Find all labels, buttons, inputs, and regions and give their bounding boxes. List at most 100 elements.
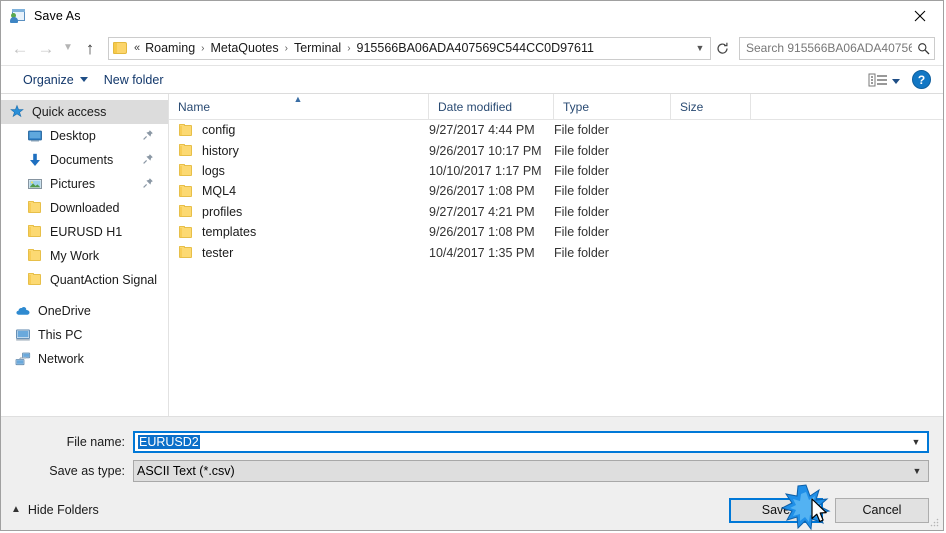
documents-download-icon bbox=[27, 152, 43, 168]
close-button[interactable] bbox=[897, 1, 943, 31]
file-date: 9/26/2017 1:08 PM bbox=[429, 184, 535, 199]
breadcrumb-separator[interactable]: › bbox=[344, 43, 353, 54]
navigation-pane: Quick access Desktop Documents Pictures … bbox=[1, 94, 169, 416]
sidebar-item-label: EURUSD H1 bbox=[50, 225, 123, 239]
caret-down-icon bbox=[892, 78, 900, 84]
sidebar-item-onedrive[interactable]: OneDrive bbox=[1, 299, 168, 323]
breadcrumb-overflow-icon[interactable]: « bbox=[134, 42, 142, 54]
column-header-date-modified[interactable]: Date modified bbox=[429, 94, 554, 119]
search-icon bbox=[917, 42, 929, 54]
sidebar-item-eurusd-h1[interactable]: EURUSD H1 bbox=[1, 220, 168, 244]
search-button[interactable] bbox=[912, 42, 934, 55]
refresh-button[interactable] bbox=[711, 37, 733, 60]
save-button[interactable]: Save bbox=[729, 497, 823, 523]
title-bar: Save As bbox=[1, 1, 943, 31]
file-name-cell: profiles bbox=[169, 204, 429, 219]
sidebar-item-my-work[interactable]: My Work bbox=[1, 244, 168, 268]
folder-icon bbox=[178, 184, 194, 199]
breadcrumb-item-0[interactable]: Roaming bbox=[142, 39, 198, 57]
pin-icon[interactable] bbox=[142, 153, 154, 165]
network-icon bbox=[15, 351, 31, 367]
file-type: File folder bbox=[554, 184, 609, 199]
help-icon: ? bbox=[917, 72, 926, 87]
pin-icon[interactable] bbox=[142, 177, 154, 189]
new-folder-button[interactable]: New folder bbox=[96, 70, 172, 90]
view-dropdown-button[interactable] bbox=[892, 73, 900, 87]
breadcrumb-item-3[interactable]: 915566BA06ADA407569C544CC0D97611 bbox=[354, 39, 597, 57]
quick-access-star-icon bbox=[9, 104, 25, 120]
file-name-input[interactable]: EURUSD2 ▼ bbox=[133, 431, 929, 453]
sidebar-item-network[interactable]: Network bbox=[1, 347, 168, 371]
window-title: Save As bbox=[34, 9, 81, 23]
caret-down-icon bbox=[79, 77, 88, 82]
save-as-type-select[interactable]: ASCII Text (*.csv) ▼ bbox=[133, 460, 929, 482]
file-name-dropdown-button[interactable]: ▼ bbox=[905, 437, 927, 447]
column-header-name[interactable]: ▲ Name bbox=[169, 94, 429, 119]
sidebar-item-desktop[interactable]: Desktop bbox=[1, 124, 168, 148]
address-bar[interactable]: « Roaming › MetaQuotes › Terminal › 9155… bbox=[108, 36, 711, 60]
breadcrumb-item-1[interactable]: MetaQuotes bbox=[208, 39, 282, 57]
save-as-type-dropdown-button[interactable]: ▼ bbox=[906, 466, 928, 476]
table-row[interactable]: templates 9/26/2017 1:08 PM File folder bbox=[169, 222, 943, 242]
dialog-body: Quick access Desktop Documents Pictures … bbox=[1, 94, 943, 416]
sidebar-item-documents[interactable]: Documents bbox=[1, 148, 168, 172]
folder-icon bbox=[178, 245, 194, 260]
back-button[interactable]: ← bbox=[7, 35, 33, 61]
table-row[interactable]: config 9/27/2017 4:44 PM File folder bbox=[169, 120, 943, 140]
recent-locations-button[interactable]: ▼ bbox=[59, 35, 77, 61]
pin-icon[interactable] bbox=[142, 129, 154, 141]
help-button[interactable]: ? bbox=[912, 70, 931, 89]
folder-icon bbox=[178, 123, 194, 138]
breadcrumb-separator[interactable]: › bbox=[198, 43, 207, 54]
file-type: File folder bbox=[554, 245, 609, 260]
cancel-button-label: Cancel bbox=[862, 503, 902, 517]
column-header-type[interactable]: Type bbox=[554, 94, 671, 119]
sidebar-item-quantaction-signal[interactable]: QuantAction Signal bbox=[1, 268, 168, 292]
sidebar-item-quick-access[interactable]: Quick access bbox=[1, 100, 168, 124]
table-row[interactable]: logs 10/10/2017 1:17 PM File folder bbox=[169, 161, 943, 181]
breadcrumb-item-2[interactable]: Terminal bbox=[291, 39, 344, 57]
navigation-bar: ← → ▼ ↑ « Roaming › MetaQuotes › Termina… bbox=[1, 31, 943, 65]
cancel-button[interactable]: Cancel bbox=[835, 497, 929, 523]
change-view-button[interactable] bbox=[868, 72, 888, 88]
chevron-down-icon: ▼ bbox=[912, 466, 922, 476]
sidebar-item-label: Downloaded bbox=[50, 201, 120, 215]
sidebar-item-downloaded[interactable]: Downloaded bbox=[1, 196, 168, 220]
sidebar-item-label: Network bbox=[38, 352, 84, 366]
chevron-down-icon: ▼ bbox=[63, 42, 73, 53]
column-header-label: Name bbox=[178, 99, 211, 114]
hide-folders-button[interactable]: ▲ Hide Folders bbox=[11, 503, 99, 517]
breadcrumb-separator[interactable]: › bbox=[282, 43, 291, 54]
sidebar-item-label: Documents bbox=[50, 153, 114, 167]
organize-button[interactable]: Organize bbox=[15, 70, 96, 90]
table-row[interactable]: profiles 9/27/2017 4:21 PM File folder bbox=[169, 202, 943, 222]
folder-icon bbox=[27, 248, 43, 264]
sidebar-item-this-pc[interactable]: This PC bbox=[1, 323, 168, 347]
resize-grip-icon[interactable] bbox=[928, 516, 940, 528]
command-toolbar: Organize New folder ? bbox=[1, 65, 943, 94]
search-box[interactable]: Search 915566BA06ADA40756... bbox=[739, 36, 935, 60]
file-type: File folder bbox=[554, 204, 609, 219]
file-name: templates bbox=[202, 225, 257, 240]
column-header-size[interactable]: Size bbox=[671, 94, 751, 119]
back-arrow-icon: ← bbox=[11, 38, 29, 58]
folder-icon bbox=[178, 143, 194, 158]
save-as-type-row: Save as type: ASCII Text (*.csv) ▼ bbox=[1, 460, 943, 482]
organize-label: Organize bbox=[23, 72, 74, 87]
table-row[interactable]: tester 10/4/2017 1:35 PM File folder bbox=[169, 242, 943, 262]
file-name: MQL4 bbox=[202, 184, 237, 199]
file-name-cell: history bbox=[169, 143, 429, 158]
folder-icon bbox=[27, 272, 43, 288]
address-dropdown-button[interactable]: ▼ bbox=[690, 38, 710, 59]
forward-button[interactable]: → bbox=[33, 35, 59, 61]
folder-icon bbox=[27, 224, 43, 240]
file-date: 10/10/2017 1:17 PM bbox=[429, 163, 542, 178]
search-input[interactable]: Search 915566BA06ADA40756... bbox=[740, 41, 912, 55]
file-type: File folder bbox=[554, 163, 609, 178]
save-as-app-icon bbox=[10, 8, 26, 24]
sidebar-item-pictures[interactable]: Pictures bbox=[1, 172, 168, 196]
up-button[interactable]: ↑ bbox=[77, 35, 103, 61]
table-row[interactable]: MQL4 9/26/2017 1:08 PM File folder bbox=[169, 181, 943, 201]
breadcrumb: « Roaming › MetaQuotes › Terminal › 9155… bbox=[134, 39, 690, 57]
table-row[interactable]: history 9/26/2017 10:17 PM File folder bbox=[169, 140, 943, 160]
